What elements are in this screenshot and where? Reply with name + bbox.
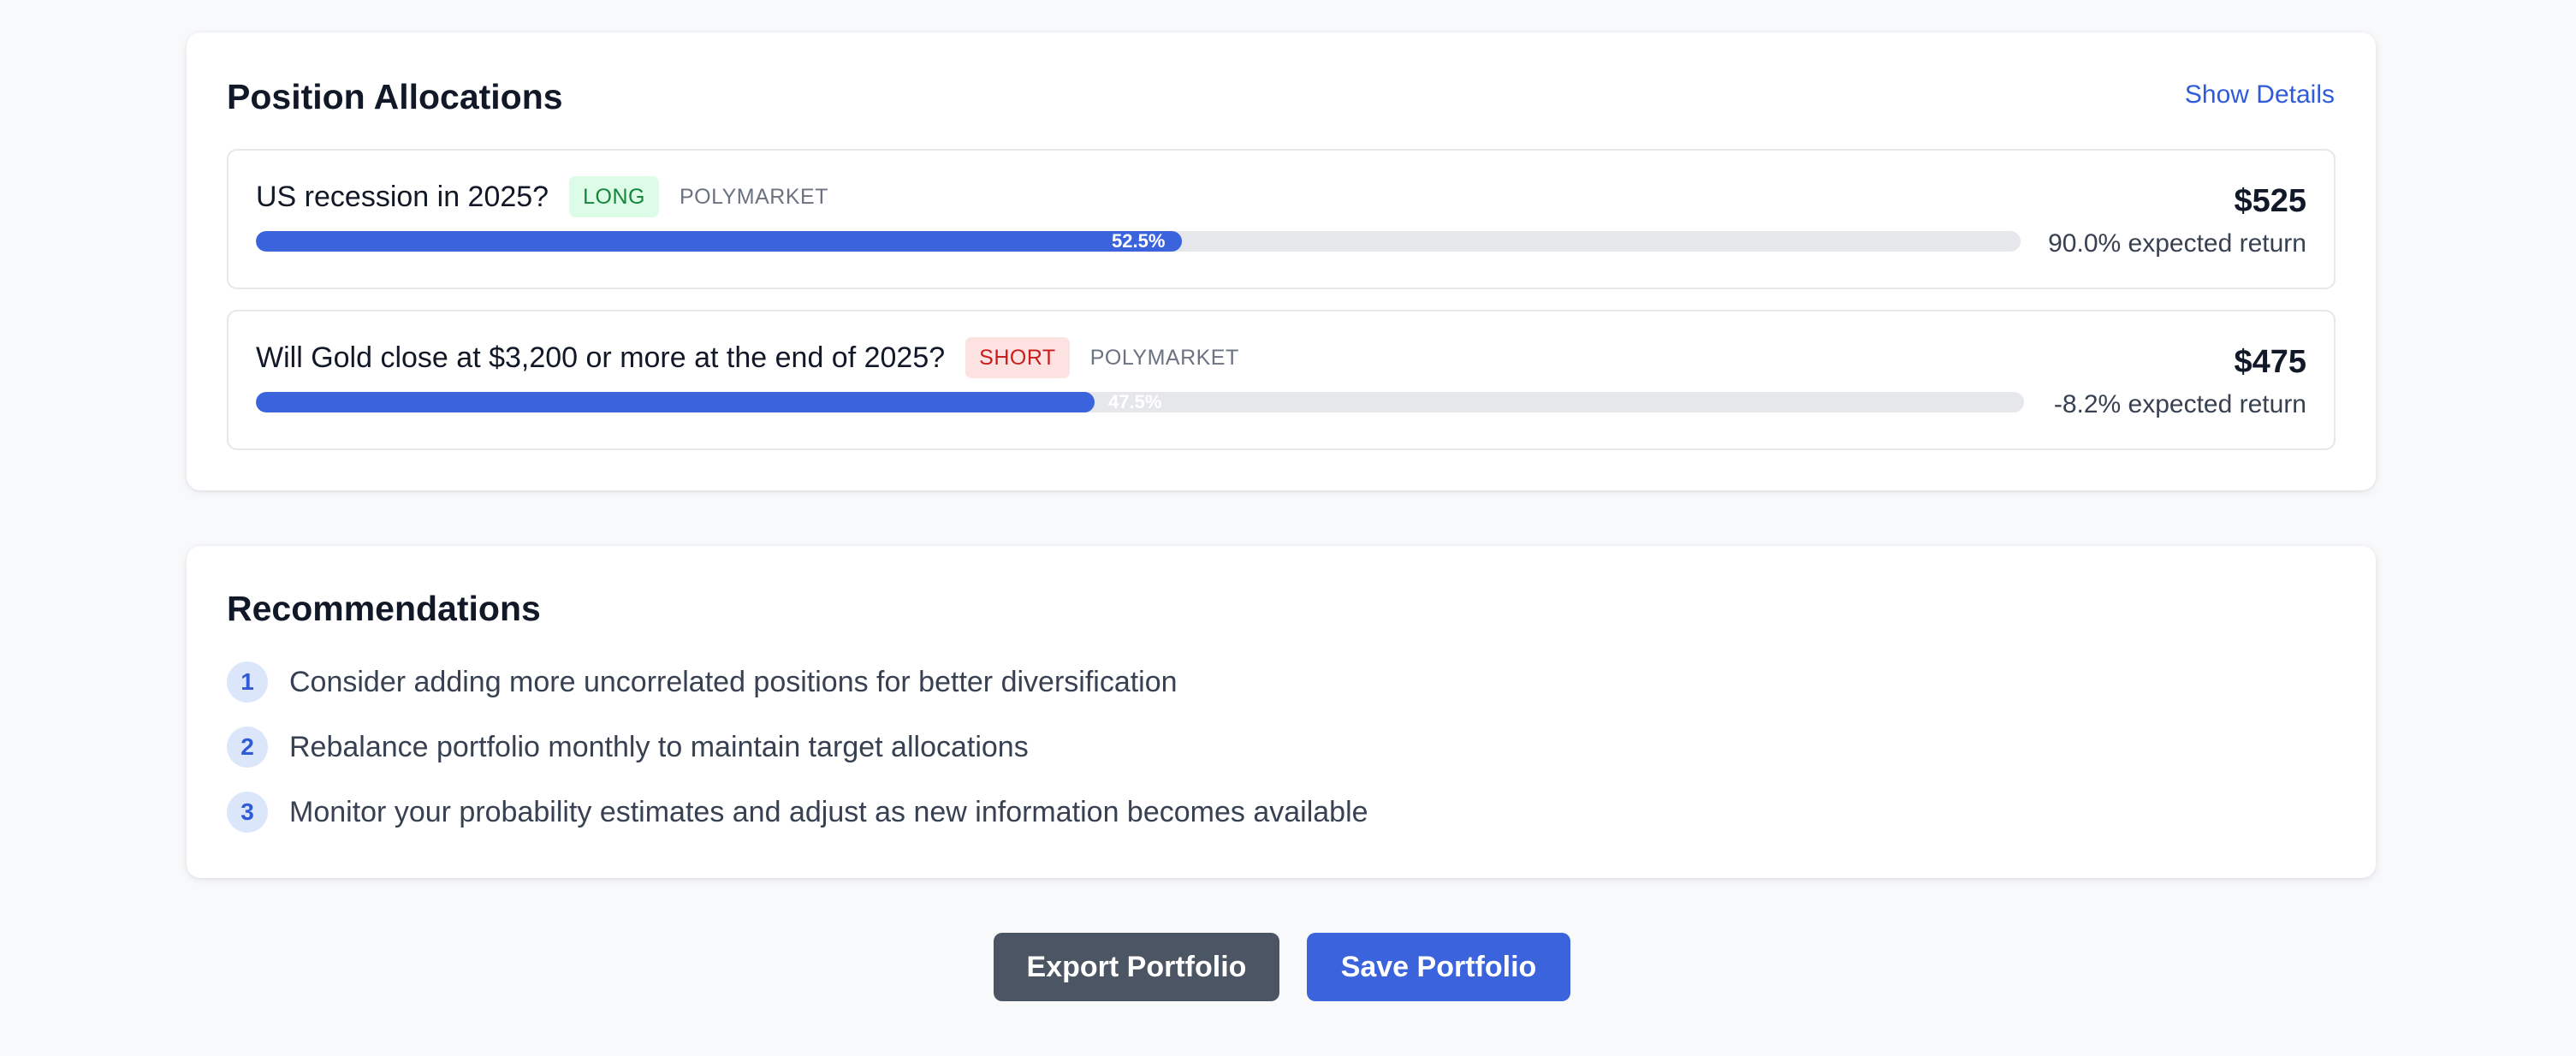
expected-return: -8.2% expected return xyxy=(2053,390,2306,418)
recommendations-card: Recommendations 1 Consider adding more u… xyxy=(187,546,2376,878)
position-allocations-card: Position Allocations Show Details US rec… xyxy=(187,33,2376,490)
recommendation-number: 1 xyxy=(227,661,268,703)
expected-return: 90.0% expected return xyxy=(2048,229,2306,258)
export-portfolio-button[interactable]: Export Portfolio xyxy=(994,933,1279,1001)
allocation-percent: 52.5% xyxy=(1112,231,1166,252)
recommendation-text: Consider adding more uncorrelated positi… xyxy=(289,665,1178,698)
position-header: Will Gold close at $3,200 or more at the… xyxy=(256,337,1239,378)
market-label: POLYMARKET xyxy=(679,184,828,209)
position-amount: $475 xyxy=(2234,344,2306,380)
recommendation-item: 3 Monitor your probability estimates and… xyxy=(227,791,1368,834)
market-label: POLYMARKET xyxy=(1089,345,1239,370)
recommendation-item: 2 Rebalance portfolio monthly to maintai… xyxy=(227,726,1368,768)
position-header: US recession in 2025? LONG POLYMARKET xyxy=(256,176,828,217)
allocation-bar-fill xyxy=(256,392,1095,412)
recommendation-text: Monitor your probability estimates and a… xyxy=(289,795,1368,828)
recommendation-text: Rebalance portfolio monthly to maintain … xyxy=(289,730,1029,763)
allocation-bar-fill xyxy=(256,231,1182,252)
save-portfolio-button[interactable]: Save Portfolio xyxy=(1307,933,1570,1001)
allocation-bar: 52.5% xyxy=(256,231,2021,252)
position-row: Will Gold close at $3,200 or more at the… xyxy=(227,310,2336,450)
direction-badge: LONG xyxy=(569,176,659,217)
position-amount: $525 xyxy=(2234,183,2306,219)
show-details-link[interactable]: Show Details xyxy=(2185,82,2335,108)
recommendation-item: 1 Consider adding more uncorrelated posi… xyxy=(227,661,1368,703)
recommendation-number: 2 xyxy=(227,727,268,768)
position-row: US recession in 2025? LONG POLYMARKET 52… xyxy=(227,149,2336,289)
position-allocations-title: Position Allocations xyxy=(227,77,563,116)
position-question: Will Gold close at $3,200 or more at the… xyxy=(256,341,946,374)
recommendation-number: 3 xyxy=(227,792,268,833)
direction-badge: SHORT xyxy=(965,337,1070,378)
recommendations-list: 1 Consider adding more uncorrelated posi… xyxy=(227,661,1368,856)
allocation-bar: 47.5% xyxy=(256,392,2024,412)
recommendations-title: Recommendations xyxy=(227,589,541,628)
position-question: US recession in 2025? xyxy=(256,180,549,213)
allocation-percent: 47.5% xyxy=(1108,392,1162,412)
